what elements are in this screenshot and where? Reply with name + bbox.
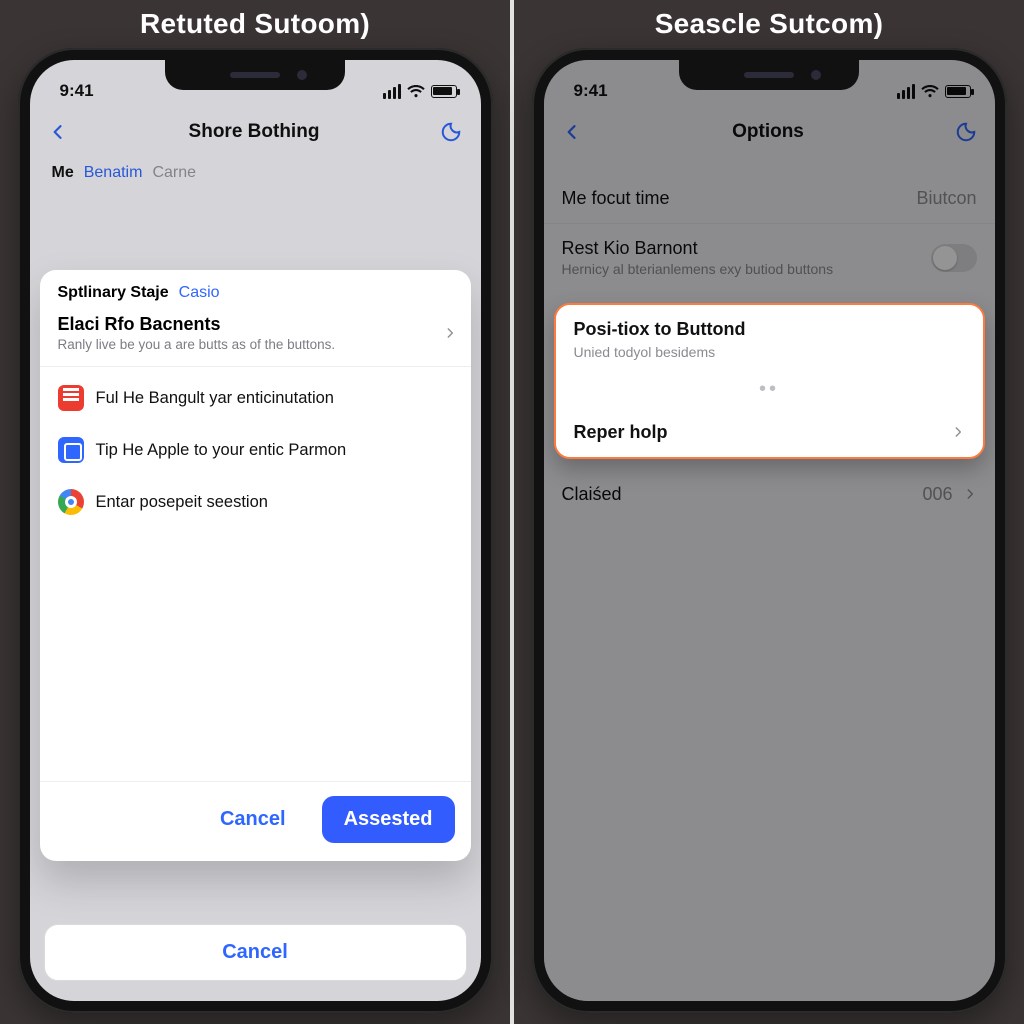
chrome-icon xyxy=(58,489,84,515)
sheet-option-label: Ful He Bangult yar enticinutation xyxy=(96,389,334,408)
setting-row-focus[interactable]: Me focut time Biutcon xyxy=(544,174,995,224)
caption-right: Seascle Sutcom) xyxy=(655,8,884,40)
nav-title: Options xyxy=(732,121,804,143)
wifi-icon xyxy=(921,84,939,98)
setting-row-claised[interactable]: Claiśed 006 xyxy=(544,469,995,519)
setting-row-rest[interactable]: Rest Kio Barnont Hernicy al bterianlemen… xyxy=(544,224,995,291)
phone-frame-right: 9:41 Options xyxy=(532,48,1007,1013)
sheet-option-label: Tip He Apple to your entic Parmon xyxy=(96,441,347,460)
bottom-cancel-button[interactable]: Cancel xyxy=(44,924,467,981)
status-time: 9:41 xyxy=(574,81,608,101)
nav-bar: Options xyxy=(544,108,995,156)
settings-group-top: Me focut time Biutcon Rest Kio Barnont H… xyxy=(544,174,995,291)
notch xyxy=(679,60,859,90)
sheet-footer: Cancel Assested xyxy=(40,781,471,861)
app-icon-2 xyxy=(58,437,84,463)
sheet-options: Ful He Bangult yar enticinutation Tip He… xyxy=(40,367,471,533)
sheet-option[interactable]: Ful He Bangult yar enticinutation xyxy=(52,377,459,419)
sheet-option[interactable]: Entar posepeit seestion xyxy=(52,481,459,523)
phone-frame-left: 9:41 Shore Bothing xyxy=(18,48,493,1013)
chevron-right-icon xyxy=(963,483,977,505)
sheet-header: Sptlinary Staje Casio xyxy=(40,270,471,308)
settings-group-bottom: Claiśed 006 xyxy=(544,469,995,519)
page-dots: •• xyxy=(556,374,983,407)
toggle-switch[interactable] xyxy=(931,244,977,272)
row-subtitle: Hernicy al bterianlemens exy butiod butt… xyxy=(562,261,834,277)
chevron-right-icon xyxy=(443,322,457,344)
cellular-icon xyxy=(897,84,915,99)
sheet-confirm-button[interactable]: Assested xyxy=(322,796,455,843)
sheet-lead-sub: Ranly live be you a are butts as of the … xyxy=(58,337,336,352)
back-button[interactable] xyxy=(562,122,582,142)
row-label: Claiśed xyxy=(562,484,622,505)
highlight-header-row[interactable]: Posi-tiox to Buttond Unied todyol beside… xyxy=(556,305,983,374)
caption-left: Retuted Sutoom) xyxy=(140,8,370,40)
battery-icon xyxy=(945,85,971,98)
highlight-subtitle: Unied todyol besidems xyxy=(574,344,716,360)
sheet-title: Sptlinary Staje xyxy=(58,284,169,302)
sheet-option-label: Entar posepeit seestion xyxy=(96,493,268,512)
sheet-lead-row[interactable]: Elaci Rfo Bacnents Ranly live be you a a… xyxy=(40,308,471,367)
row-value: 006 xyxy=(922,484,952,505)
highlight-title: Posi-tiox to Buttond xyxy=(574,319,746,340)
row-label: Rest Kio Barnont xyxy=(562,238,834,259)
highlight-help-label: Reper holp xyxy=(574,422,668,443)
moon-icon xyxy=(955,121,977,143)
row-label: Me focut time xyxy=(562,188,670,209)
nav-action-button[interactable] xyxy=(955,121,977,143)
sheet-option[interactable]: Tip He Apple to your entic Parmon xyxy=(52,429,459,471)
sheet-subtitle[interactable]: Casio xyxy=(179,284,220,302)
sheet-cancel-button[interactable]: Cancel xyxy=(198,796,308,843)
notch xyxy=(165,60,345,90)
action-sheet: Sptlinary Staje Casio Elaci Rfo Bacnents… xyxy=(40,270,471,861)
app-icon-1 xyxy=(58,385,84,411)
sheet-lead-title: Elaci Rfo Bacnents xyxy=(58,314,336,335)
highlighted-card: Posi-tiox to Buttond Unied todyol beside… xyxy=(554,303,985,459)
row-value: Biutcon xyxy=(916,188,976,209)
chevron-right-icon xyxy=(951,421,965,443)
chevron-left-icon xyxy=(562,122,582,142)
highlight-help-row[interactable]: Reper holp xyxy=(556,407,983,457)
